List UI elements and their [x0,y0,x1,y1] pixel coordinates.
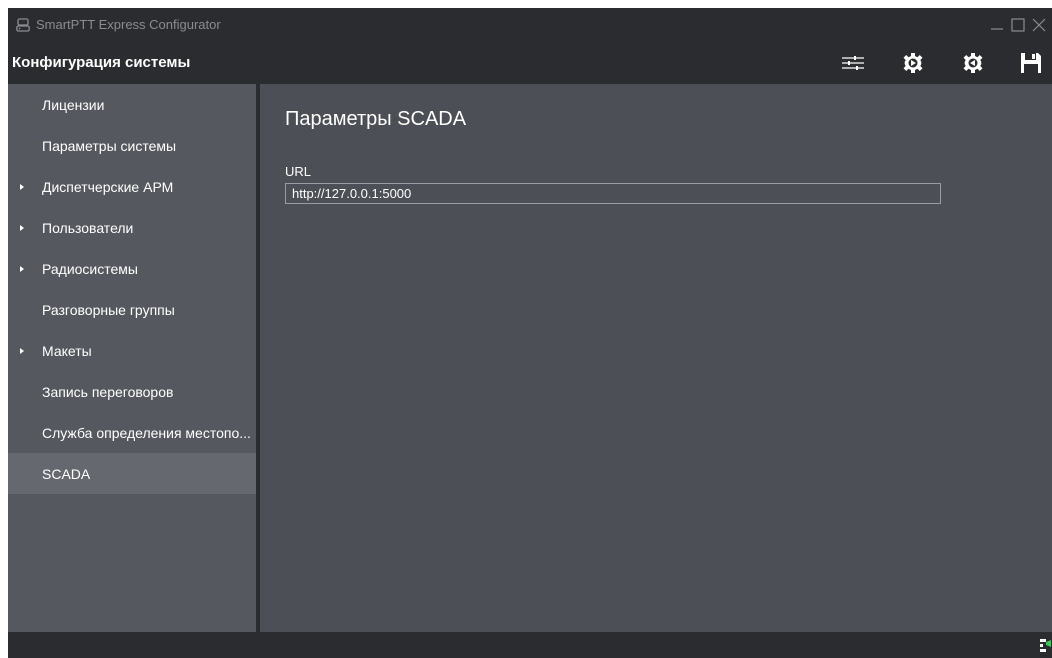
settings-sliders-icon[interactable] [838,48,868,78]
save-icon[interactable] [1016,48,1046,78]
app-window: SmartPTT Express Configurator Конфигурац… [8,8,1052,658]
sidebar-item-voice-recording[interactable]: Запись переговоров [8,371,256,412]
minimize-icon[interactable] [986,14,1008,36]
sidebar-item-label: Диспетчерские АРМ [42,178,174,195]
sidebar-item-dispatch-consoles[interactable]: Диспетчерские АРМ [8,166,256,207]
sidebar-item-scada[interactable]: SCADA [8,453,256,494]
sidebar-item-licenses[interactable]: Лицензии [8,84,256,125]
title-bar: SmartPTT Express Configurator [8,8,1052,42]
maximize-icon[interactable] [1007,14,1029,36]
sidebar-item-label: Параметры системы [42,137,177,154]
page-title: Конфигурация системы [12,54,191,71]
expand-arrow-icon[interactable] [20,265,24,272]
status-bar [8,632,1052,658]
expand-arrow-icon[interactable] [20,347,24,354]
export-config-icon[interactable] [898,48,928,78]
sidebar-item-label: Пользователи [42,219,134,236]
sidebar-item-users[interactable]: Пользователи [8,207,256,248]
sidebar-nav: Лицензии Параметры системы Диспетчерские… [8,84,256,632]
window-title: SmartPTT Express Configurator [36,17,221,32]
app-icon [16,18,30,32]
header-bar: Конфигурация системы [8,42,1052,84]
sidebar-item-label: Разговорные группы [42,301,175,318]
sidebar-item-label: SCADA [42,465,91,482]
url-input[interactable] [285,183,941,204]
sidebar-item-label: Лицензии [42,96,105,113]
sidebar-item-label: Служба определения местопо... [42,424,251,441]
sidebar-item-talkgroups[interactable]: Разговорные группы [8,289,256,330]
url-label: URL [285,164,312,179]
expand-arrow-icon[interactable] [20,224,24,231]
connection-status-icon [1038,638,1052,654]
section-title: Параметры SCADA [285,108,467,130]
import-config-icon[interactable] [958,48,988,78]
sidebar-item-location-service[interactable]: Служба определения местопо... [8,412,256,453]
sidebar-item-label: Радиосистемы [42,260,138,277]
sidebar-item-label: Запись переговоров [42,383,174,400]
sidebar-item-label: Макеты [42,342,92,359]
expand-arrow-icon[interactable] [20,183,24,190]
sidebar-item-system-params[interactable]: Параметры системы [8,125,256,166]
main-content: Параметры SCADA URL [260,84,1052,632]
sidebar-item-radio-systems[interactable]: Радиосистемы [8,248,256,289]
close-icon[interactable] [1028,14,1050,36]
sidebar-item-layouts[interactable]: Макеты [8,330,256,371]
